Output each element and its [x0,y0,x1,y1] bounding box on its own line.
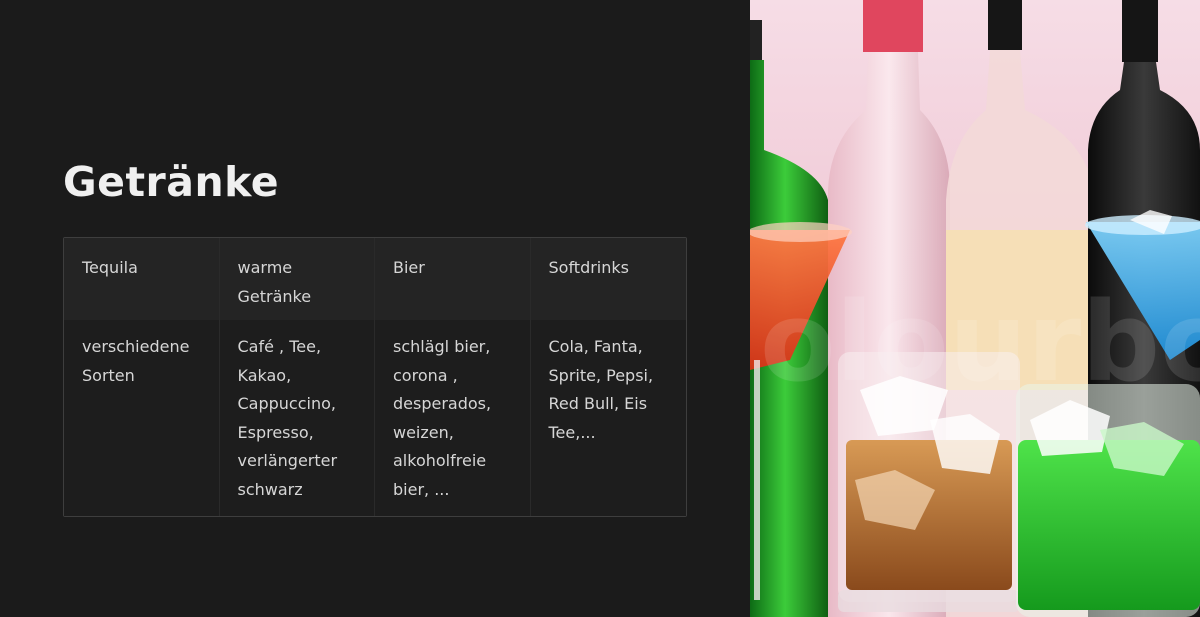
slide-left-panel: Getränke Tequila warme Getränke Bier Sof… [0,0,750,617]
table-cell: Café , Tee, Kakao, Cappuccino, Espresso,… [220,320,375,516]
table-cell: verschiedene Sorten [64,320,220,516]
table-header-cell: Tequila [64,238,220,320]
page-title: Getränke [63,158,280,206]
table-cell: Cola, Fanta, Sprite, Pepsi, Red Bull, Ei… [548,337,654,442]
table-row: verschiedene Sorten Café , Tee, Kakao, C… [64,320,686,516]
drinks-table: Tequila warme Getränke Bier Softdrinks v… [63,237,687,517]
table-header-cell: Softdrinks [548,258,630,277]
table-header-cell: Bier [375,238,531,320]
green-glass [1016,384,1200,617]
table-header-cell: warme Getränke [220,238,375,320]
table-header-row: Tequila warme Getränke Bier Softdrinks [64,238,686,320]
drinks-photo: olourbo [750,0,1200,617]
drinks-illustration: olourbo [750,0,1200,617]
watermark-logo: olourbo [760,278,1200,406]
table-cell: schlägl bier, corona , desperados, weize… [375,320,531,516]
